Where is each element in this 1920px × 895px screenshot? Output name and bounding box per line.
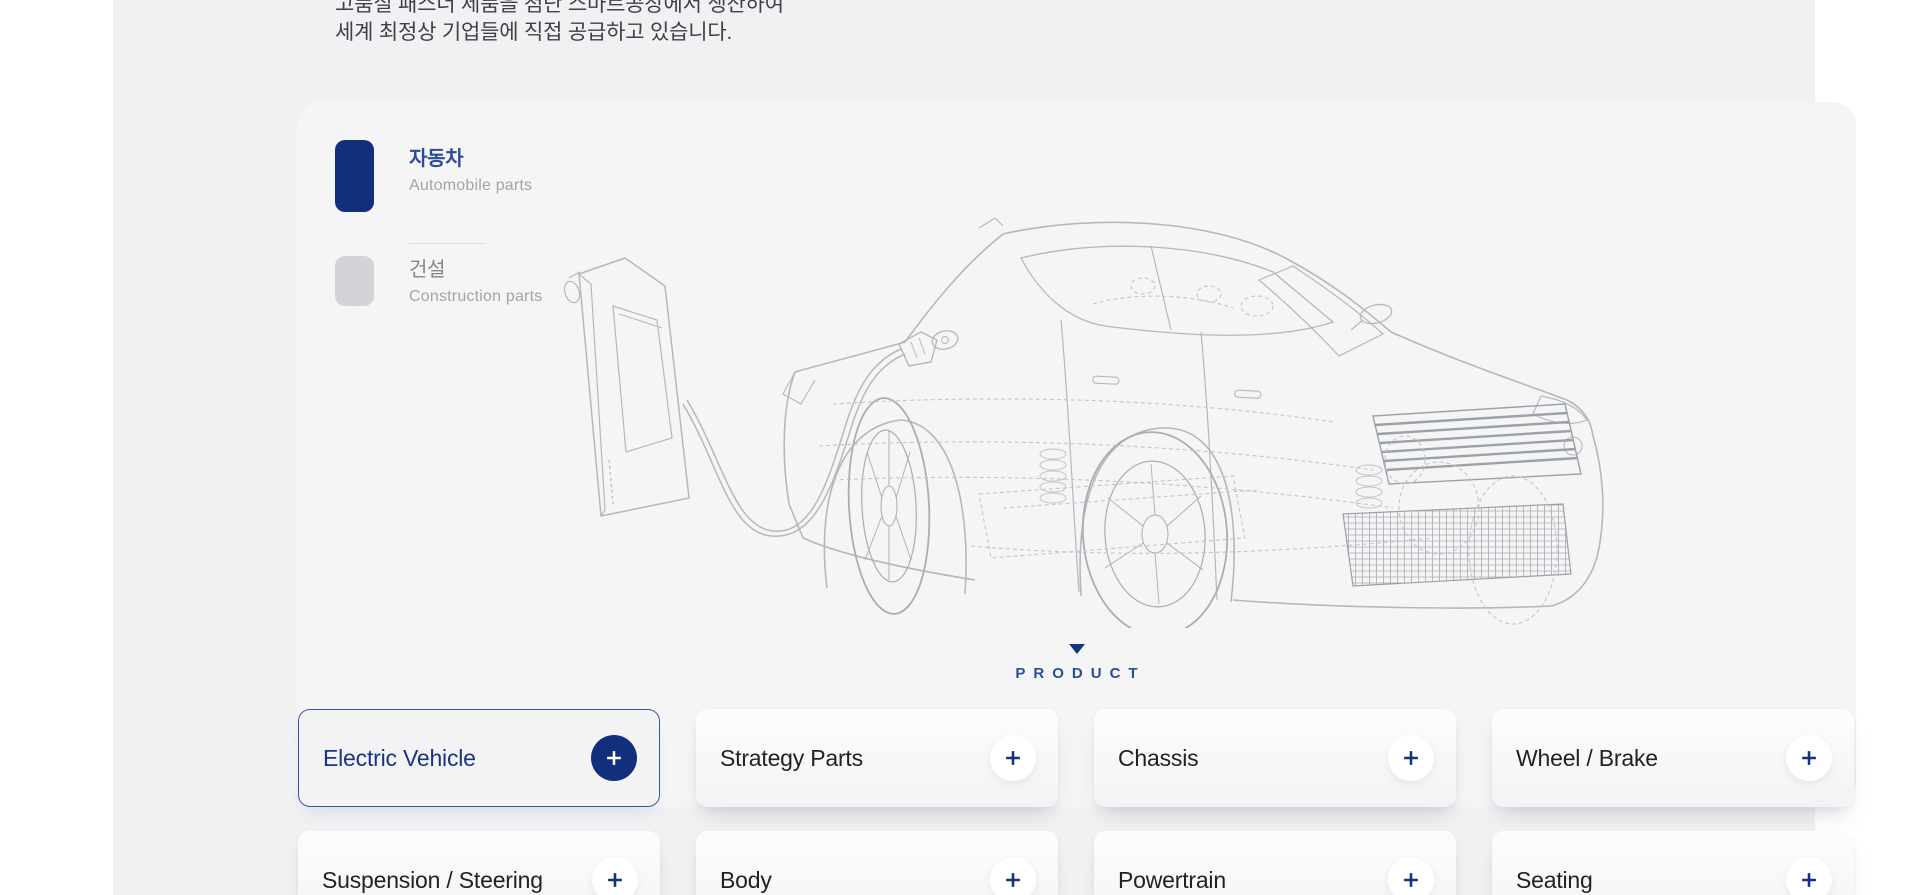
card-label: Suspension / Steering xyxy=(322,867,543,894)
expand-chassis-button[interactable] xyxy=(1388,735,1434,781)
product-panel: 자동차 Automobile parts 건설 Construction par… xyxy=(297,102,1856,807)
expand-strategy-parts-button[interactable] xyxy=(990,735,1036,781)
tab-automobile-label-en: Automobile parts xyxy=(409,177,532,195)
plus-icon xyxy=(603,747,625,769)
plus-icon xyxy=(1798,747,1820,769)
tab-indicator-inactive xyxy=(335,256,374,306)
tab-construction-label-en: Construction parts xyxy=(409,288,542,306)
plus-icon xyxy=(1798,869,1820,891)
card-seating[interactable]: Seating xyxy=(1492,831,1854,895)
product-section-label: PRODUCT xyxy=(297,665,1856,682)
card-label: Body xyxy=(720,867,772,894)
card-label: Electric Vehicle xyxy=(323,745,476,772)
intro-text: 고품질 패스너 제품을 첨단 스마트공장에서 생산하여 세계 최정상 기업들에 … xyxy=(335,0,784,47)
plus-icon xyxy=(1002,747,1024,769)
plus-icon xyxy=(1400,869,1422,891)
tab-construction-label-ko: 건설 xyxy=(409,253,542,282)
card-powertrain[interactable]: Powertrain xyxy=(1094,831,1456,895)
card-label: Seating xyxy=(1516,867,1593,894)
tab-divider xyxy=(409,243,485,244)
card-chassis[interactable]: Chassis xyxy=(1094,709,1456,807)
card-wheel-brake[interactable]: Wheel / Brake xyxy=(1492,709,1854,807)
content-background: 고품질 패스너 제품을 첨단 스마트공장에서 생산하여 세계 최정상 기업들에 … xyxy=(113,0,1815,895)
car-wheels xyxy=(843,396,1234,628)
expand-wheel-brake-button[interactable] xyxy=(1786,735,1832,781)
card-electric-vehicle[interactable]: Electric Vehicle xyxy=(298,709,660,807)
plus-icon xyxy=(604,869,626,891)
card-strategy-parts[interactable]: Strategy Parts xyxy=(696,709,1058,807)
tab-indicator-active xyxy=(335,140,374,212)
card-label: Chassis xyxy=(1118,745,1198,772)
expand-body-button[interactable] xyxy=(990,857,1036,895)
plus-icon xyxy=(1400,747,1422,769)
ev-car-wireframe-illustration xyxy=(533,208,1633,628)
plus-icon xyxy=(1002,869,1024,891)
tab-automobile-label-ko: 자동차 xyxy=(409,142,532,171)
intro-line-2: 세계 최정상 기업들에 직접 공급하고 있습니다. xyxy=(335,19,784,47)
product-section-cue: PRODUCT xyxy=(297,641,1856,682)
page: 고품질 패스너 제품을 첨단 스마트공장에서 생산하여 세계 최정상 기업들에 … xyxy=(0,0,1920,895)
expand-electric-vehicle-button[interactable] xyxy=(591,735,637,781)
expand-seating-button[interactable] xyxy=(1786,857,1832,895)
intro-line-1: 고품질 패스너 제품을 첨단 스마트공장에서 생산하여 xyxy=(335,0,784,19)
triangle-down-icon xyxy=(1069,644,1085,654)
card-label: Powertrain xyxy=(1118,867,1226,894)
card-body[interactable]: Body xyxy=(696,831,1058,895)
card-label: Wheel / Brake xyxy=(1516,745,1658,772)
card-suspension-steering[interactable]: Suspension / Steering xyxy=(298,831,660,895)
expand-powertrain-button[interactable] xyxy=(1388,857,1434,895)
ev-car-wireframe-svg xyxy=(533,208,1633,628)
card-label: Strategy Parts xyxy=(720,745,863,772)
expand-suspension-steering-button[interactable] xyxy=(592,857,638,895)
